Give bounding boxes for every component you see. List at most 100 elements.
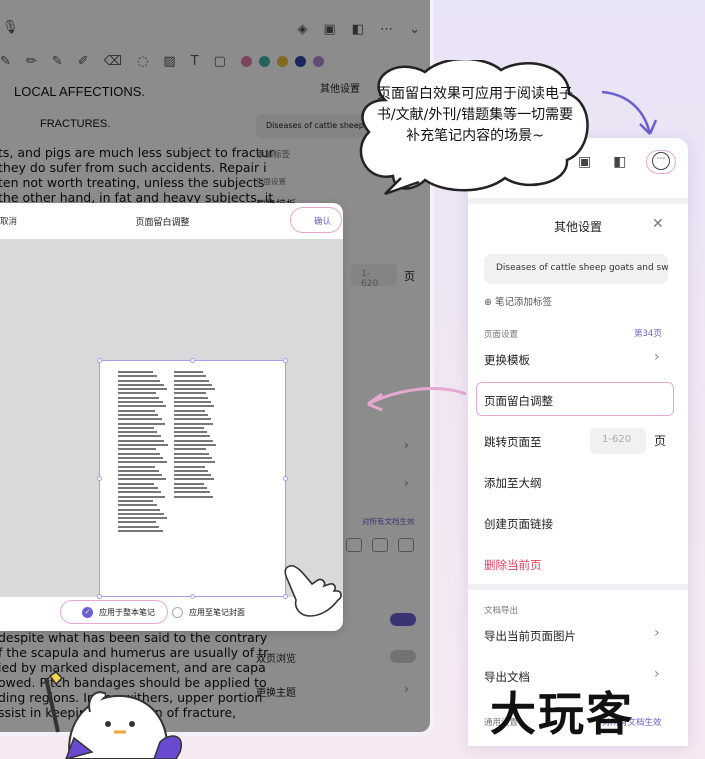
apply-all-notes-option[interactable]: ✓ 应用于整本笔记 [82,607,155,618]
preview-text-line [174,396,209,399]
preview-text-line [118,469,159,472]
preview-text-line [174,431,207,434]
page-range-input[interactable]: 1-620 [590,428,646,454]
sidebar-icon[interactable]: ◧ [613,154,626,170]
preview-text-line [118,431,157,434]
text-column [174,371,216,541]
preview-text-line [118,495,165,498]
preview-text-line [118,521,156,524]
preview-text-line [174,426,204,429]
preview-text-line [118,504,157,507]
preview-text-line [174,379,210,382]
preview-text-line [118,379,160,382]
preview-text-line [118,375,157,378]
preview-text-line [118,529,163,532]
close-icon[interactable]: ✕ [652,216,664,232]
preview-text-line [174,491,211,494]
preview-text-line [174,405,215,408]
preview-text-line [174,422,214,425]
add-outline-item[interactable]: 添加至大纲 [484,475,542,491]
preview-text-line [118,371,153,373]
preview-text-line [118,439,164,442]
preview-text-line [118,512,164,515]
preview-text-line [174,448,206,451]
preview-text-line [174,469,209,472]
resize-handle[interactable] [283,358,288,363]
chevron-right-icon[interactable]: › [654,625,660,641]
preview-text-line [118,499,153,502]
divider [468,198,688,204]
margin-adjust-item[interactable]: 页面留白调整 [484,393,553,409]
preview-text-line [174,401,212,404]
preview-text-line [174,482,205,485]
preview-text-line [174,456,212,459]
arrow-down-icon [601,90,658,135]
preview-text-line [118,418,162,421]
preview-text-line [174,444,216,447]
chevron-right-icon[interactable]: › [654,666,660,682]
preview-text-line [118,426,154,429]
page-settings-label: 页面设置 [484,330,519,340]
resize-handle[interactable] [97,358,102,363]
hand-pointer-icon [284,564,342,617]
export-page-image-item[interactable]: 导出当前页面图片 [484,628,576,644]
preview-text-line [174,461,215,464]
preview-text-line [174,435,210,438]
preview-text-line [174,388,216,391]
text-column [118,371,168,541]
delete-page-item[interactable]: 删除当前页 [484,557,542,573]
preview-text-line [174,409,205,412]
preview-text-line [174,413,208,416]
check-icon: ✓ [82,607,93,618]
preview-text-line [118,482,154,485]
preview-text-line [118,422,165,425]
preview-text-line [174,383,213,386]
add-tag-label: 笔记添加标签 [494,297,552,308]
create-link-item[interactable]: 创建页面链接 [484,516,553,532]
preview-text-line [174,418,211,421]
brand-watermark: 大玩客 [490,687,634,741]
preview-text-line [118,388,167,391]
preview-text-line [174,452,209,455]
preview-text-line [174,487,208,490]
doc-name: Diseases of cattle sheep goats and swine [484,254,668,284]
preview-text-line [118,448,156,451]
preview-text-line [118,409,155,412]
mascot-illustration [44,672,183,759]
preview-text-line [118,456,163,459]
preview-text-line [118,478,166,481]
add-tag-button[interactable]: ⊕ 笔记添加标签 [484,294,552,308]
preview-text-line [118,461,167,464]
apply-cover-label: 应用至笔记封面 [189,608,245,617]
preview-text-line [174,392,206,395]
preview-text-line [118,396,159,399]
margin-canvas [0,239,343,599]
preview-text-line [174,371,204,373]
preview-text-line [118,435,161,438]
preview-text-line [118,413,158,416]
preview-text-line [118,487,158,490]
settings-panel: ▣ ◧ ⋯ 其他设置 ✕ Diseases of cattle sheep go… [468,138,688,746]
preview-text-line [118,405,166,408]
jump-to-page-item[interactable]: 跳转页面至 [484,434,542,450]
change-template-item[interactable]: 更换模板 [484,352,530,368]
preview-text-line [118,452,160,455]
apply-cover-option[interactable]: 应用至笔记封面 [172,607,245,618]
radio-icon [172,607,183,618]
resize-handle[interactable] [190,358,195,363]
divider [468,584,688,590]
preview-text-line [118,383,164,386]
page-preview[interactable] [97,358,288,599]
preview-text-line [174,439,213,442]
speech-bubble: 页面留白效果可应用于阅读电子书/文献/外刊/错题集等一切需要补充笔记内容的场景~ [355,60,593,196]
bubble-text: 页面留白效果可应用于阅读电子书/文献/外刊/错题集等一切需要补充笔记内容的场景~ [376,86,574,144]
page-unit: 页 [654,434,667,448]
confirm-button[interactable]: 确认 [314,215,331,227]
resize-handle[interactable] [283,476,288,481]
resize-handle[interactable] [97,476,102,481]
more-icon[interactable]: ⋯ [652,152,670,170]
arrow-left-icon [367,387,467,412]
chevron-right-icon[interactable]: › [654,349,660,365]
preview-text-line [118,465,155,468]
preview-text-line [118,508,160,511]
